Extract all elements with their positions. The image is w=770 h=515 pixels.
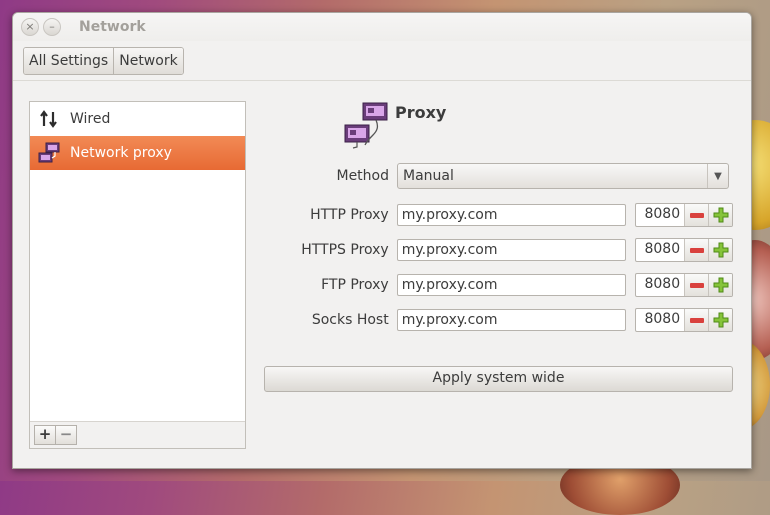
remove-device-button[interactable]: − xyxy=(56,425,77,445)
minus-icon[interactable] xyxy=(684,204,709,226)
http-proxy-host-input[interactable] xyxy=(396,204,627,226)
http-proxy-row: HTTP Proxy 8080 xyxy=(263,203,733,227)
https-proxy-label: HTTPS Proxy xyxy=(301,242,389,258)
https-proxy-port-stepper: 8080 xyxy=(635,238,733,262)
ftp-proxy-row: FTP Proxy 8080 xyxy=(263,273,733,297)
ftp-proxy-port-value[interactable]: 8080 xyxy=(636,274,684,296)
method-dropdown[interactable]: Manual ▼ xyxy=(397,163,729,189)
minus-icon[interactable] xyxy=(684,239,709,261)
breadcrumb-all-settings[interactable]: All Settings xyxy=(24,47,114,74)
network-settings-window: × – Network All Settings Network Wired N… xyxy=(12,12,752,469)
sidebar-item-network-proxy[interactable]: Network proxy xyxy=(30,136,245,170)
close-icon[interactable]: × xyxy=(21,18,39,36)
method-row: Method Manual ▼ xyxy=(263,163,733,189)
sidebar-item-wired[interactable]: Wired xyxy=(30,102,245,136)
ftp-proxy-host-input[interactable] xyxy=(396,274,627,296)
http-proxy-label: HTTP Proxy xyxy=(310,207,389,223)
plus-icon[interactable] xyxy=(708,204,732,226)
window-title: Network xyxy=(79,19,146,35)
https-proxy-port-value[interactable]: 8080 xyxy=(636,239,684,261)
minus-icon[interactable] xyxy=(684,309,709,331)
ftp-proxy-label: FTP Proxy xyxy=(321,277,389,293)
method-label: Method xyxy=(336,168,389,184)
plus-icon[interactable] xyxy=(708,309,732,331)
panel-title: Proxy xyxy=(395,103,447,122)
device-list: Wired Network proxy + − xyxy=(29,101,246,449)
titlebar: × – Network xyxy=(13,13,751,41)
plus-icon[interactable] xyxy=(708,274,732,296)
https-proxy-row: HTTPS Proxy 8080 xyxy=(263,238,733,262)
http-proxy-port-value[interactable]: 8080 xyxy=(636,204,684,226)
toolbar: All Settings Network xyxy=(13,41,751,81)
socks-host-label: Socks Host xyxy=(311,312,389,328)
socks-host-port-value[interactable]: 8080 xyxy=(636,309,684,331)
socks-host-port-stepper: 8080 xyxy=(635,308,733,332)
sidebar-item-label: Network proxy xyxy=(70,145,172,161)
http-proxy-port-stepper: 8080 xyxy=(635,203,733,227)
ftp-proxy-port-stepper: 8080 xyxy=(635,273,733,297)
https-proxy-host-input[interactable] xyxy=(396,239,627,261)
arrows-up-down-icon xyxy=(38,108,60,130)
apply-system-wide-button[interactable]: Apply system wide xyxy=(264,366,733,392)
network-proxy-icon xyxy=(38,142,60,164)
plus-icon[interactable] xyxy=(708,239,732,261)
method-value: Manual xyxy=(403,168,454,184)
network-proxy-icon xyxy=(343,101,389,153)
breadcrumb-network[interactable]: Network xyxy=(113,47,183,74)
proxy-header: Proxy xyxy=(343,101,446,153)
socks-host-input[interactable] xyxy=(396,309,627,331)
add-device-button[interactable]: + xyxy=(34,425,56,445)
sidebar-item-label: Wired xyxy=(70,111,111,127)
breadcrumb: All Settings Network xyxy=(23,46,184,75)
minimize-icon[interactable]: – xyxy=(43,18,61,36)
minus-icon[interactable] xyxy=(684,274,709,296)
list-toolbar: + − xyxy=(30,421,245,448)
chevron-down-icon: ▼ xyxy=(707,164,728,188)
socks-host-row: Socks Host 8080 xyxy=(263,308,733,332)
